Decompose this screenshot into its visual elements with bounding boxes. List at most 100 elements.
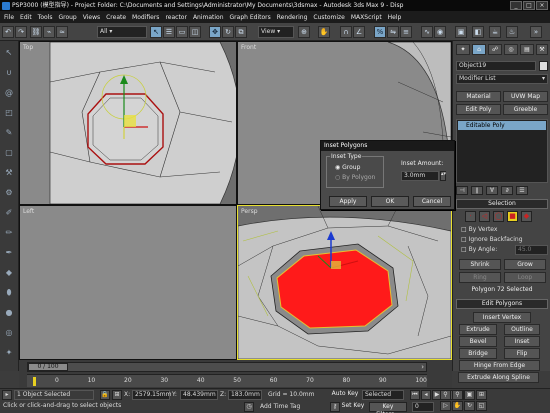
- menu-rendering[interactable]: Rendering: [277, 14, 308, 21]
- zoom-all-icon[interactable]: ⚲: [452, 390, 463, 400]
- pencil-icon[interactable]: ✏: [3, 227, 15, 239]
- selection-filter-dropdown[interactable]: All ▾: [97, 26, 147, 38]
- camera-icon[interactable]: ◰: [3, 107, 15, 119]
- z-coord-field[interactable]: 183.0mm: [228, 390, 262, 400]
- grow-button[interactable]: Grow: [504, 259, 546, 270]
- set-key-icon[interactable]: ⚷: [330, 402, 340, 412]
- align-icon[interactable]: ≡: [400, 26, 412, 38]
- menu-graph-editors[interactable]: Graph Editors: [230, 14, 271, 21]
- set-key-button[interactable]: Set Key: [341, 402, 365, 412]
- object-name-field[interactable]: Object19: [456, 61, 536, 71]
- track-bar[interactable]: 0 10 20 30 40 50 60 70 80 90 100: [27, 374, 427, 387]
- menu-help[interactable]: Help: [388, 14, 402, 21]
- cancel-button[interactable]: Cancel: [413, 196, 451, 207]
- border-level-icon[interactable]: ◯: [493, 211, 504, 222]
- menu-file[interactable]: File: [4, 14, 14, 21]
- scale-icon[interactable]: ⧉: [235, 26, 247, 38]
- by-angle-spinner[interactable]: 45.0: [515, 245, 548, 255]
- viewport-persp[interactable]: Persp: [237, 205, 452, 360]
- zoom-extents-all-icon[interactable]: ⊞: [476, 390, 487, 400]
- bevel-button[interactable]: Bevel: [459, 336, 497, 347]
- pan-icon[interactable]: ✋: [452, 401, 463, 411]
- select-by-name-icon[interactable]: ☰: [163, 26, 175, 38]
- viewport-label-left[interactable]: Left: [23, 208, 34, 215]
- viewport-label-front[interactable]: Front: [241, 44, 256, 51]
- by-angle-checkbox[interactable]: □ By Angle:: [461, 246, 497, 253]
- mirror-icon[interactable]: ⇋: [387, 26, 399, 38]
- cylinder-icon[interactable]: ⬮: [3, 287, 15, 299]
- pivot-center-icon[interactable]: ⊕: [298, 26, 310, 38]
- ignore-backfacing-checkbox[interactable]: □ Ignore Backfacing: [461, 236, 523, 243]
- prev-frame-icon[interactable]: ◂: [421, 390, 431, 400]
- make-unique-icon[interactable]: ∀: [486, 186, 498, 195]
- quick-render-icon[interactable]: ☕: [489, 26, 501, 38]
- stack-item-editable-poly[interactable]: Editable Poly: [458, 121, 546, 130]
- selection-rollout[interactable]: Selection: [456, 199, 548, 209]
- render-setup-icon[interactable]: ▣: [455, 26, 467, 38]
- inset-button[interactable]: Inset: [504, 336, 540, 347]
- brush-icon[interactable]: ✐: [3, 207, 15, 219]
- move-icon[interactable]: ✥: [209, 26, 221, 38]
- percent-snap-icon[interactable]: %: [374, 26, 386, 38]
- absolute-mode-icon[interactable]: ⊞: [112, 390, 122, 400]
- time-tag-icon[interactable]: ◷: [244, 402, 254, 412]
- paint-icon[interactable]: ✎: [3, 127, 15, 139]
- bind-spacewarp-icon[interactable]: ≈: [56, 26, 68, 38]
- torus-icon[interactable]: ◎: [3, 327, 15, 339]
- select-icon[interactable]: ↖: [3, 47, 15, 59]
- by-vertex-checkbox[interactable]: □ By Vertex: [461, 226, 497, 233]
- configure-sets-icon[interactable]: ☰: [516, 186, 528, 195]
- menu-modifiers[interactable]: Modifiers: [132, 14, 159, 21]
- sphere-icon[interactable]: ●: [3, 307, 15, 319]
- key-filters-button[interactable]: Key Filters...: [369, 402, 407, 413]
- lock-selection-icon[interactable]: 🔒: [100, 390, 110, 400]
- modifier-list-dropdown[interactable]: Modifier List ▾: [456, 74, 548, 84]
- zoom-icon[interactable]: ⚲: [440, 390, 451, 400]
- y-coord-field[interactable]: 48.439mm: [180, 390, 218, 400]
- toolbar-more-icon[interactable]: »: [530, 26, 542, 38]
- radio-group[interactable]: ◉ Group: [335, 164, 360, 171]
- viewport-top[interactable]: Top: [19, 41, 237, 205]
- redo-icon[interactable]: ↷: [15, 26, 27, 38]
- create-tab-icon[interactable]: ✦: [456, 44, 470, 55]
- light-icon[interactable]: ✦: [3, 347, 15, 359]
- utilities-tab-icon[interactable]: ⚒: [536, 44, 548, 55]
- edge-level-icon[interactable]: ◁: [479, 211, 490, 222]
- menu-reactor[interactable]: reactor: [165, 14, 187, 21]
- hierarchy-tab-icon[interactable]: ☍: [488, 44, 502, 55]
- time-slider[interactable]: 0 / 100 ›: [27, 362, 427, 372]
- window-crossing-icon[interactable]: ◫: [189, 26, 201, 38]
- radio-by-polygon[interactable]: ○ By Polygon: [335, 174, 375, 181]
- menu-create[interactable]: Create: [106, 14, 126, 21]
- zoom-extents-icon[interactable]: ▣: [464, 390, 475, 400]
- maxscript-listener-icon[interactable]: ▸: [2, 390, 12, 400]
- spiral-icon[interactable]: @: [3, 87, 15, 99]
- curve-editor-icon[interactable]: ∿: [421, 26, 433, 38]
- x-coord-field[interactable]: 2579.15mm: [132, 390, 172, 400]
- inset-amount-field[interactable]: 3.0mm: [401, 171, 439, 181]
- select-object-icon[interactable]: ↖: [150, 26, 162, 38]
- insert-vertex-button[interactable]: Insert Vertex: [473, 312, 531, 323]
- shrink-button[interactable]: Shrink: [459, 259, 501, 270]
- angle-snap-icon[interactable]: ∠: [353, 26, 365, 38]
- loop-button[interactable]: Loop: [504, 272, 546, 283]
- fov-icon[interactable]: ▷: [440, 401, 451, 411]
- time-slider-thumb[interactable]: 0 / 100: [28, 363, 68, 371]
- link-icon[interactable]: ⛓: [30, 26, 42, 38]
- ring-button[interactable]: Ring: [459, 272, 501, 283]
- orbit-icon[interactable]: ↻: [464, 401, 475, 411]
- rotate-icon[interactable]: ↻: [222, 26, 234, 38]
- menu-animation[interactable]: Animation: [193, 14, 224, 21]
- material-button[interactable]: Material: [456, 91, 501, 102]
- material-editor-icon[interactable]: ◉: [434, 26, 446, 38]
- remove-modifier-icon[interactable]: ∂: [501, 186, 513, 195]
- extrude-along-spline-button[interactable]: Extrude Along Spline: [458, 372, 539, 383]
- maximize-button[interactable]: □: [523, 1, 535, 10]
- menu-group[interactable]: Group: [58, 14, 76, 21]
- go-to-start-icon[interactable]: ⏮: [410, 390, 420, 400]
- magnet-icon[interactable]: ∪: [3, 67, 15, 79]
- unlink-icon[interactable]: ⌁: [43, 26, 55, 38]
- undo-icon[interactable]: ↶: [2, 26, 14, 38]
- auto-key-button[interactable]: Auto Key: [330, 390, 360, 400]
- viewport-left[interactable]: Left: [19, 205, 237, 360]
